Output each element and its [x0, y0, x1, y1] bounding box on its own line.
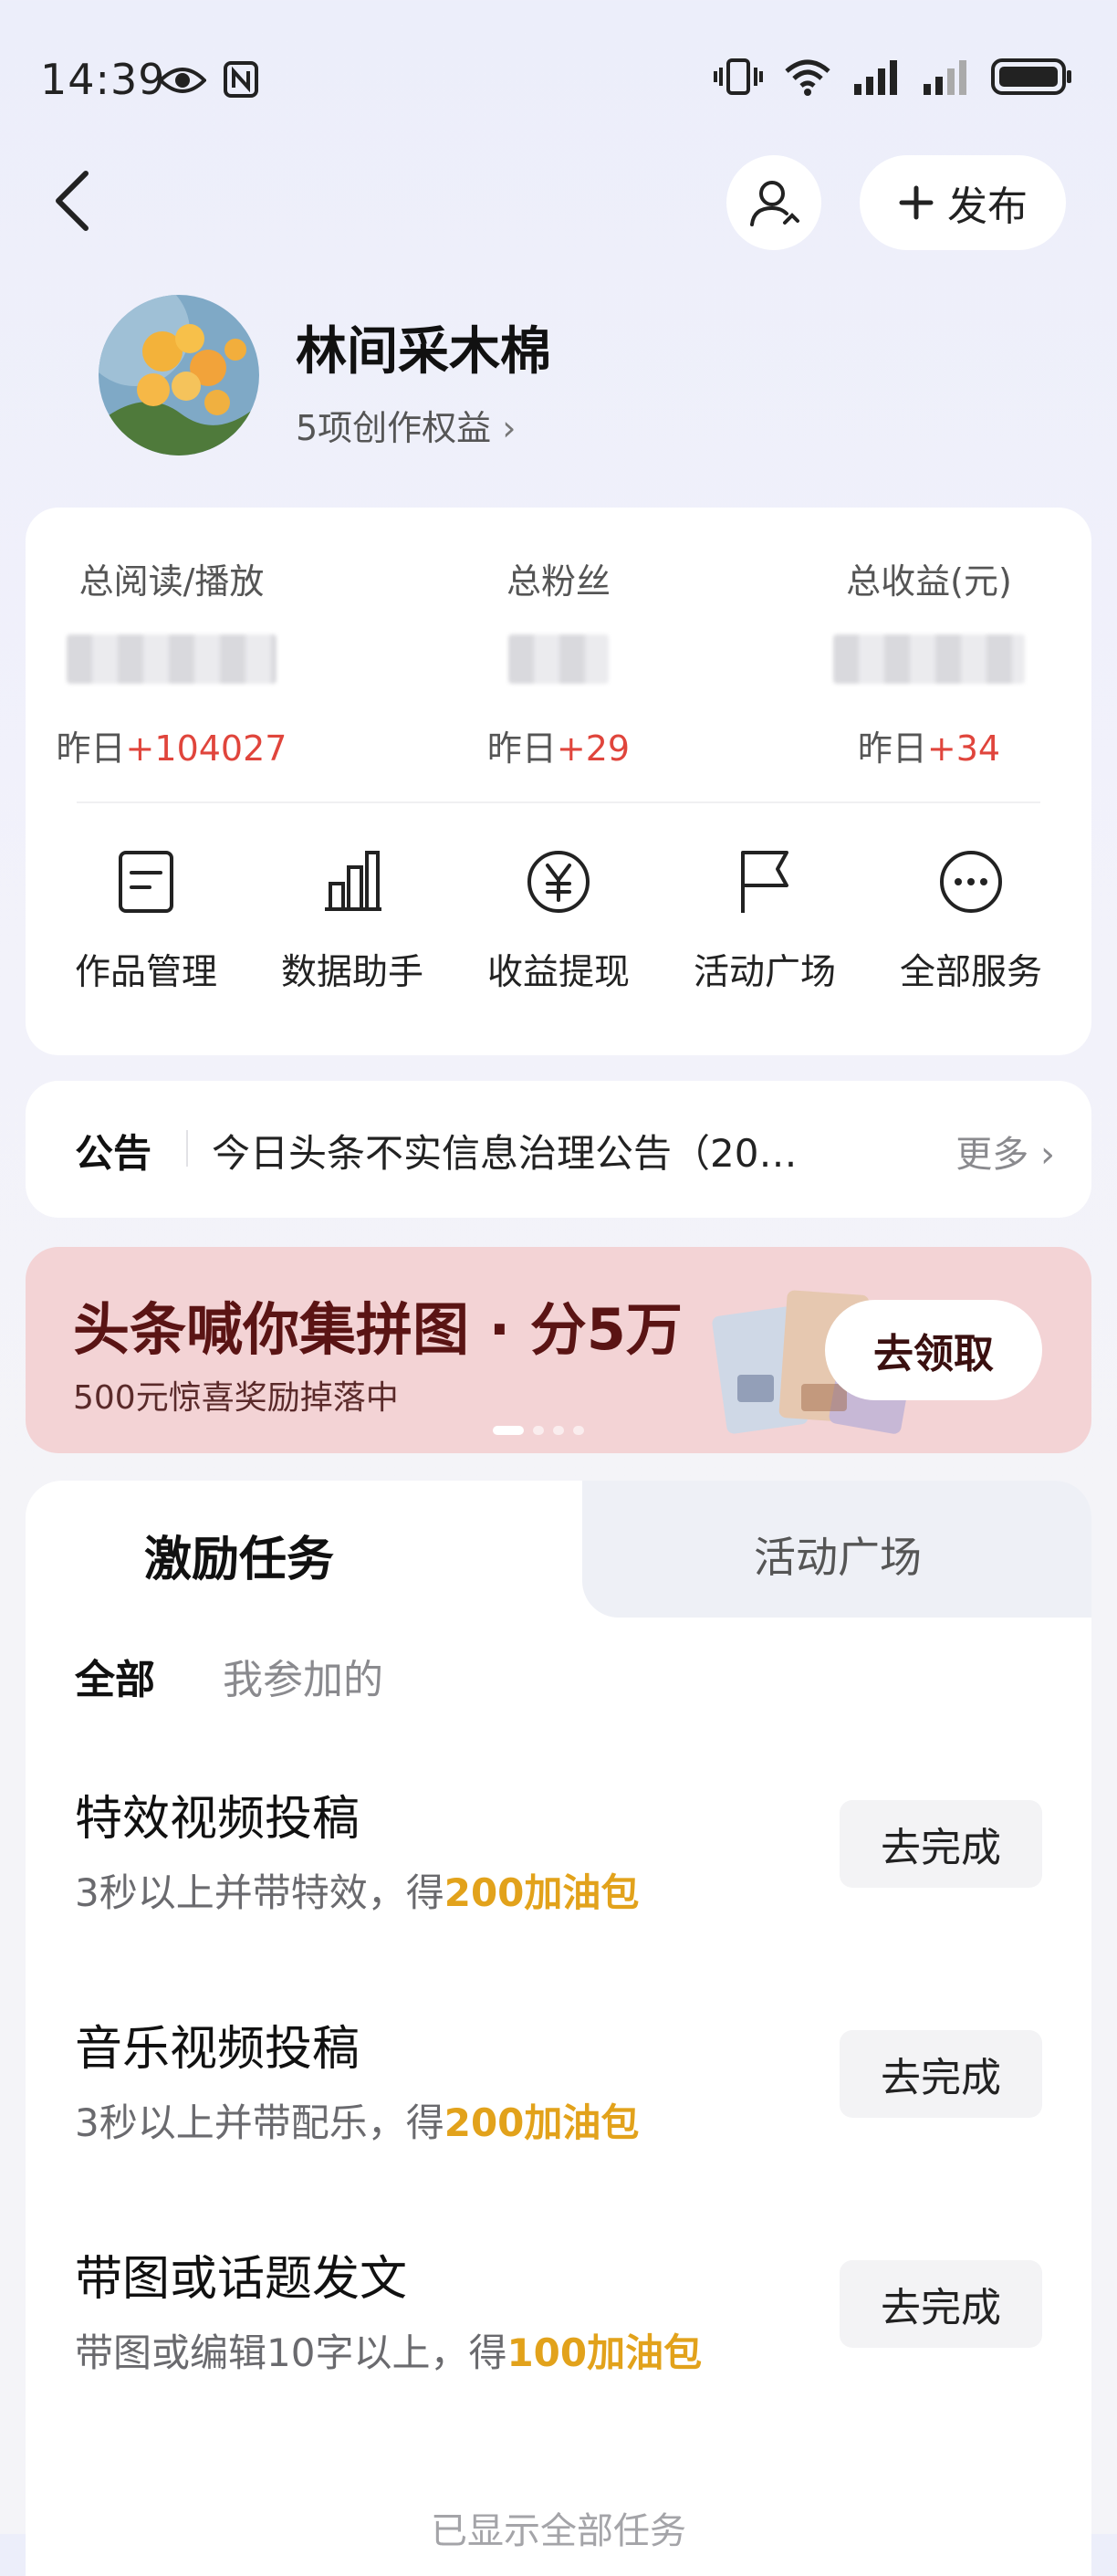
all-tasks-shown-note: 已显示全部任务 [431, 2510, 686, 2552]
stat-value-blurred [67, 634, 277, 684]
service-earnings-withdraw[interactable]: 收益提现 [458, 847, 659, 995]
flag-icon [741, 851, 788, 913]
stat-value-blurred [508, 634, 609, 684]
nfc-icon [224, 61, 258, 98]
carousel-dot [553, 1426, 564, 1435]
notice-more-link[interactable]: 更多 › [955, 1125, 1055, 1178]
claim-button[interactable]: 去领取 [825, 1300, 1042, 1400]
stat-yesterday: 昨日+29 [486, 728, 631, 769]
notice-text[interactable]: 今日头条不实信息治理公告（20… [212, 1123, 905, 1178]
service-label: 收益提现 [486, 952, 630, 993]
chevron-left-icon [56, 171, 89, 231]
task-item: 带图或话题发文 带图或编辑10字以上，得100加油包 去完成 [75, 2240, 1042, 2423]
stat-total-fans[interactable]: 总粉丝 昨日+29 [412, 553, 705, 770]
stat-label: 总收益(元) [846, 561, 1012, 602]
complete-button[interactable]: 去完成 [840, 2030, 1042, 2118]
service-label: 活动广场 [693, 952, 836, 993]
carousel-dot [573, 1426, 584, 1435]
carousel-dot [493, 1426, 524, 1435]
chevron-right-icon: › [502, 408, 517, 448]
back-button[interactable] [46, 164, 100, 237]
tab-incentive-tasks[interactable]: 激励任务 [144, 1521, 334, 1589]
notice-title: 公告 [75, 1131, 152, 1176]
complete-button[interactable]: 去完成 [840, 2260, 1042, 2348]
avatar-image [99, 295, 259, 456]
wifi-icon [785, 59, 830, 96]
benefits-label: 5项创作权益 [296, 408, 492, 448]
task-title: 带图或话题发文 [75, 2252, 408, 2307]
divider [186, 1130, 188, 1167]
user-icon [750, 181, 799, 226]
tab-activity-plaza[interactable]: 活动广场 [754, 1524, 922, 1585]
battery-icon [991, 58, 1071, 95]
avatar[interactable] [99, 295, 259, 456]
service-label: 作品管理 [74, 952, 217, 993]
eye-icon [159, 68, 206, 93]
stats-card: 总阅读/播放 昨日+104027 总粉丝 昨日+29 总收益(元) 昨日+34 … [26, 508, 1091, 1055]
stat-label: 总阅读/播放 [78, 561, 265, 602]
service-label: 全部服务 [899, 952, 1042, 993]
task-item: 特效视频投稿 3秒以上并带特效，得200加油包 去完成 [75, 1780, 1042, 1963]
chevron-right-icon: › [1028, 1134, 1055, 1176]
publish-label: 发布 [947, 183, 1028, 230]
task-reward: 100加油包 [506, 2330, 703, 2375]
profile-button[interactable] [726, 155, 821, 250]
more-icon [940, 851, 1002, 913]
banner-title: 头条喊你集拼图 · 分5万 [73, 1296, 683, 1363]
document-icon [119, 851, 173, 913]
filter-joined[interactable]: 我参加的 [223, 1647, 383, 1705]
stat-total-reads[interactable]: 总阅读/播放 昨日+104027 [26, 553, 318, 770]
divider [77, 801, 1040, 803]
stat-yesterday: 昨日+34 [857, 728, 1001, 769]
notice-bar[interactable]: 公告 今日头条不实信息治理公告（20… 更多 › [26, 1081, 1091, 1218]
vibrate-icon [714, 58, 763, 95]
status-icons [159, 57, 1073, 98]
task-desc: 3秒以上并带特效，得200加油包 [75, 1870, 640, 1915]
service-data-assistant[interactable]: 数据助手 [252, 847, 453, 995]
carousel-dots [493, 1426, 584, 1435]
service-label: 数据助手 [280, 952, 423, 993]
status-time: 14:39 [40, 55, 166, 104]
task-reward: 200加油包 [444, 1870, 640, 1915]
signal-icon [854, 60, 897, 95]
carousel-dot [533, 1426, 544, 1435]
task-item: 音乐视频投稿 3秒以上并带配乐，得200加油包 去完成 [75, 2010, 1042, 2193]
promo-banner[interactable]: 头条喊你集拼图 · 分5万 500元惊喜奖励掉落中 去领取 [26, 1247, 1091, 1453]
stat-value-blurred [833, 634, 1025, 684]
complete-button[interactable]: 去完成 [840, 1800, 1042, 1888]
stat-yesterday: 昨日+104027 [56, 728, 287, 769]
yen-icon [527, 851, 590, 913]
tasks-panel: 激励任务 活动广场 全部 我参加的 特效视频投稿 3秒以上并带特效，得200加油… [26, 1481, 1091, 2576]
task-reward: 200加油包 [444, 2100, 640, 2145]
service-works-management[interactable]: 作品管理 [46, 847, 246, 995]
service-all-services[interactable]: 全部服务 [871, 847, 1071, 995]
task-title: 音乐视频投稿 [75, 2022, 360, 2077]
stat-label: 总粉丝 [506, 561, 611, 602]
bar-chart-icon [325, 851, 381, 911]
task-desc: 3秒以上并带配乐，得200加油包 [75, 2100, 640, 2145]
filter-all[interactable]: 全部 [75, 1647, 155, 1705]
plus-icon [899, 185, 934, 220]
signal-icon [924, 60, 966, 95]
task-desc: 带图或编辑10字以上，得100加油包 [75, 2330, 703, 2375]
banner-subtitle: 500元惊喜奖励掉落中 [73, 1379, 399, 1417]
profile-name: 林间采木棉 [296, 322, 551, 382]
publish-button[interactable]: 发布 [860, 155, 1066, 250]
stat-total-earnings[interactable]: 总收益(元) 昨日+34 [783, 553, 1075, 770]
task-title: 特效视频投稿 [75, 1792, 360, 1847]
benefits-link[interactable]: 5项创作权益 › [296, 400, 516, 450]
service-activity-plaza[interactable]: 活动广场 [664, 847, 865, 995]
